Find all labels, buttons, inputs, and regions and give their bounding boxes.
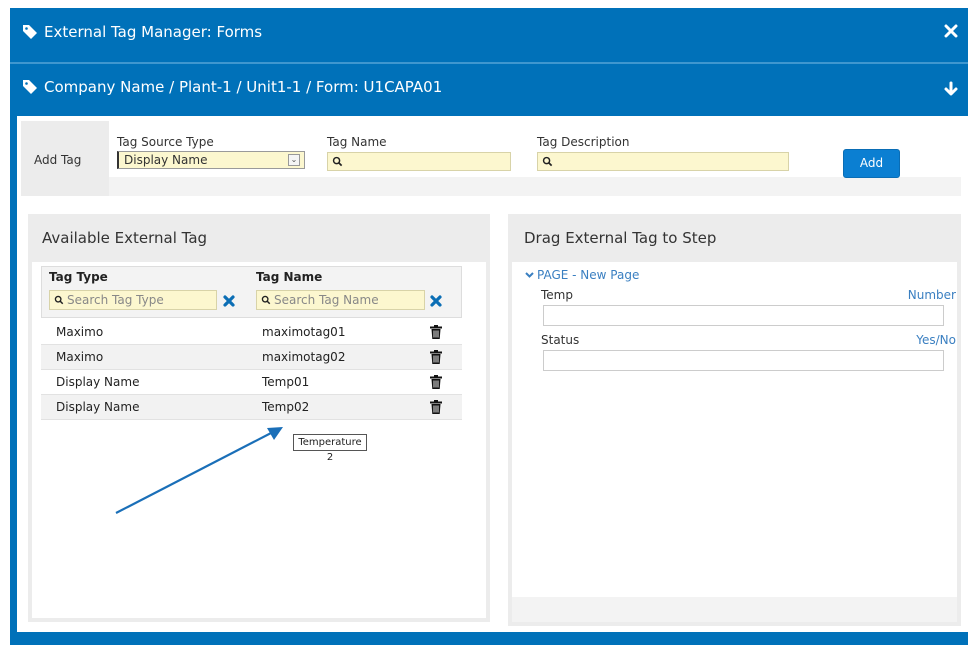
row-tag-type: Display Name xyxy=(56,400,140,414)
col-tag-name: Tag Name xyxy=(256,270,323,284)
search-icon xyxy=(54,295,64,305)
row-tag-name: Temp01 xyxy=(262,375,310,389)
search-icon xyxy=(542,156,553,167)
row-tag-name: maximotag02 xyxy=(262,350,346,364)
tag-description-input[interactable] xyxy=(537,152,789,171)
tag-source-type-select[interactable]: Display Name ⌄ xyxy=(117,151,305,169)
tag-name-input[interactable] xyxy=(327,152,511,171)
tooltip: Temperature 2 xyxy=(293,434,367,463)
tag-manager-window: External Tag Manager: Forms Company Name… xyxy=(10,8,968,645)
available-tags-table-header: Tag Type Tag Name Search Tag Type Search… xyxy=(41,266,462,318)
trash-icon[interactable] xyxy=(430,375,442,389)
tag-icon xyxy=(23,25,37,39)
tag-icon xyxy=(23,80,37,94)
path-title: Company Name / Plant-1 / Unit1-1 / Form:… xyxy=(22,78,442,96)
available-tags-title: Available External Tag xyxy=(42,229,208,247)
close-button[interactable] xyxy=(942,24,960,42)
chevron-down-icon xyxy=(525,272,534,278)
tag-source-type-label: Tag Source Type xyxy=(117,135,214,149)
chevron-down-icon: ⌄ xyxy=(288,154,300,166)
step-type: Yes/No xyxy=(916,333,956,347)
add-tag-label: Add Tag xyxy=(34,153,82,167)
step-label: Temp xyxy=(541,288,573,302)
page-link[interactable]: PAGE - New Page xyxy=(525,268,639,282)
search-tag-name-placeholder: Search Tag Name xyxy=(274,293,379,307)
table-row[interactable]: Maximo maximotag02 xyxy=(41,345,462,370)
row-tag-name: maximotag01 xyxy=(262,325,346,339)
trash-icon[interactable] xyxy=(430,400,442,414)
tag-source-type-value: Display Name xyxy=(124,153,208,167)
row-tag-type: Maximo xyxy=(56,325,104,339)
arrow-down-icon xyxy=(944,81,958,96)
search-tag-type-input[interactable]: Search Tag Type xyxy=(49,290,217,310)
clear-x-icon[interactable] xyxy=(222,294,236,308)
row-tag-type: Display Name xyxy=(56,375,140,389)
trash-icon[interactable] xyxy=(430,350,442,364)
page-link-text: PAGE - New Page xyxy=(537,268,640,282)
window-titlebar: External Tag Manager: Forms xyxy=(10,8,968,58)
add-tag-strip xyxy=(109,177,961,196)
row-tag-type: Maximo xyxy=(56,350,104,364)
content-area: Add Tag Tag Source Type Display Name ⌄ T… xyxy=(17,116,968,632)
search-icon xyxy=(261,295,271,305)
table-row[interactable]: Display Name Temp02 xyxy=(41,395,462,420)
step-drop-field[interactable] xyxy=(543,350,944,371)
add-tag-bar: Add Tag Tag Source Type Display Name ⌄ T… xyxy=(21,121,961,196)
search-icon xyxy=(332,156,343,167)
window-title: External Tag Manager: Forms xyxy=(22,23,262,41)
drag-tag-title: Drag External Tag to Step xyxy=(524,229,717,247)
trash-icon[interactable] xyxy=(430,325,442,339)
tag-description-label: Tag Description xyxy=(537,135,630,149)
search-tag-name-input[interactable]: Search Tag Name xyxy=(256,290,425,310)
drag-tag-footer xyxy=(512,597,957,622)
table-row[interactable]: Display Name Temp01 xyxy=(41,370,462,395)
col-tag-type: Tag Type xyxy=(49,270,108,284)
table-row[interactable]: Maximo maximotag01 xyxy=(41,320,462,345)
path-bar: Company Name / Plant-1 / Unit1-1 / Form:… xyxy=(10,64,968,116)
step-drop-field[interactable] xyxy=(543,305,944,326)
search-tag-type-placeholder: Search Tag Type xyxy=(67,293,164,307)
window-title-text: External Tag Manager: Forms xyxy=(44,23,263,41)
step-label: Status xyxy=(541,333,580,347)
tag-name-label: Tag Name xyxy=(327,135,387,149)
add-button[interactable]: Add xyxy=(843,149,900,178)
clear-x-icon[interactable] xyxy=(429,294,443,308)
drag-tag-panel: Drag External Tag to Step PAGE - New Pag… xyxy=(508,214,961,626)
expand-button[interactable] xyxy=(943,81,961,99)
close-x-icon xyxy=(944,24,958,38)
step-type: Number xyxy=(907,288,956,302)
row-tag-name: Temp02 xyxy=(262,400,310,414)
path-title-text: Company Name / Plant-1 / Unit1-1 / Form:… xyxy=(44,78,443,96)
